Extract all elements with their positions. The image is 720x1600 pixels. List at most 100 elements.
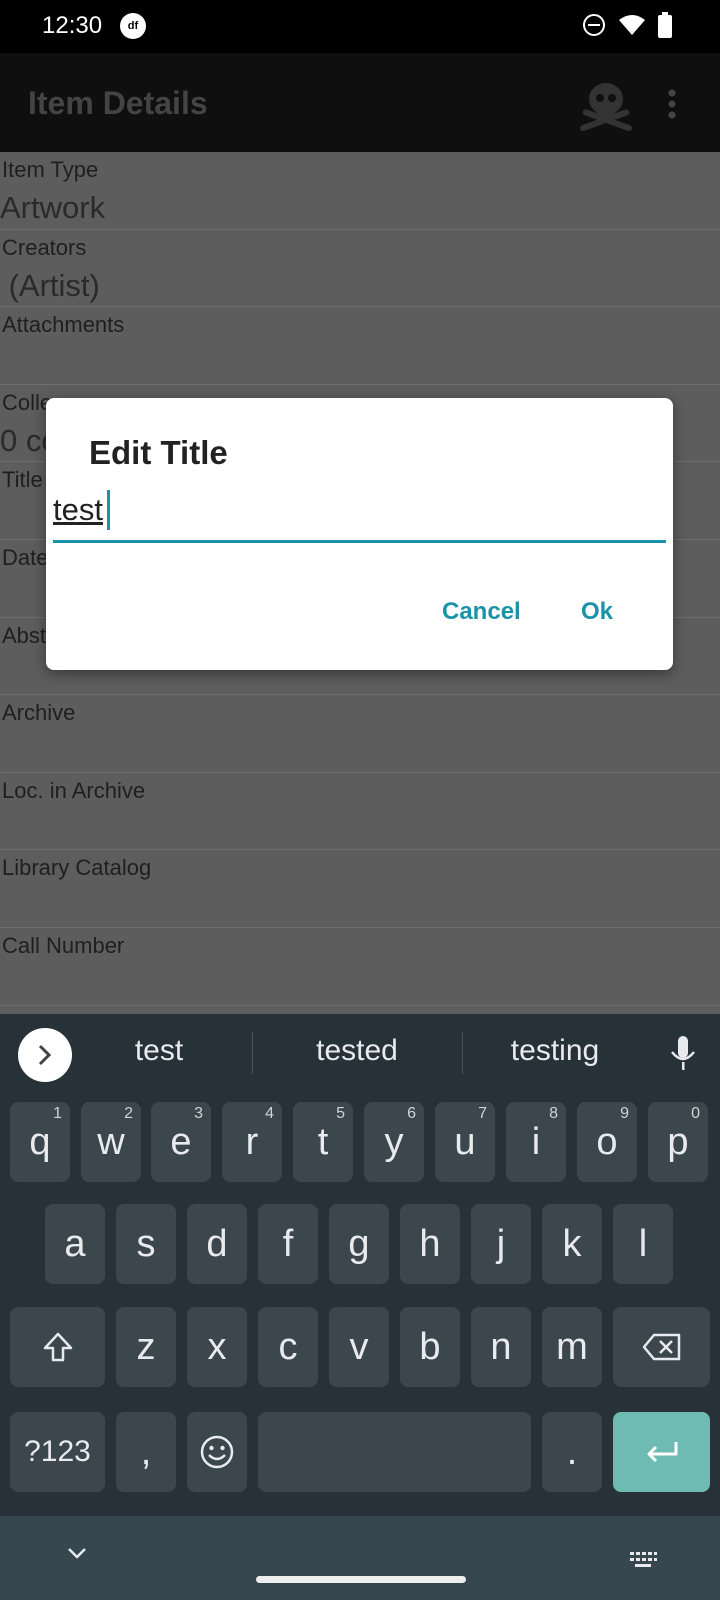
key-t[interactable]: t5 bbox=[293, 1102, 353, 1182]
key-label: y bbox=[384, 1120, 404, 1163]
key-n[interactable]: n bbox=[471, 1307, 531, 1387]
keyboard-switch-icon[interactable] bbox=[628, 1550, 658, 1570]
field-row-item-type[interactable]: Item Type Artwork bbox=[0, 152, 720, 230]
field-row-loc-in-archive[interactable]: Loc. in Archive bbox=[0, 773, 720, 851]
soft-keyboard: test tested testing q1 w2 e3 r4 t5 y6 u7… bbox=[0, 1014, 720, 1516]
field-label: Archive bbox=[2, 700, 76, 726]
key-z[interactable]: z bbox=[116, 1307, 176, 1387]
suggestion-divider bbox=[252, 1032, 253, 1074]
enter-key[interactable] bbox=[613, 1412, 710, 1492]
key-l[interactable]: l bbox=[613, 1204, 673, 1284]
key-k[interactable]: k bbox=[542, 1204, 602, 1284]
skull-icon[interactable] bbox=[578, 79, 634, 137]
period-key[interactable]: . bbox=[542, 1412, 602, 1492]
field-label: Abst bbox=[2, 622, 47, 648]
shift-key[interactable] bbox=[10, 1307, 105, 1387]
key-s[interactable]: s bbox=[116, 1204, 176, 1284]
key-w[interactable]: w2 bbox=[81, 1102, 141, 1182]
title-input[interactable]: test bbox=[53, 486, 666, 543]
key-hint: 4 bbox=[265, 1105, 274, 1122]
enter-icon bbox=[647, 1442, 677, 1463]
field-label: Title bbox=[2, 467, 43, 493]
status-bar: 12:30 df bbox=[0, 0, 720, 53]
field-label: Loc. in Archive bbox=[2, 777, 146, 803]
field-label: Library Catalog bbox=[2, 855, 152, 881]
edit-title-dialog: Edit Title test Cancel Ok bbox=[46, 398, 673, 670]
field-row-library-catalog[interactable]: Library Catalog bbox=[0, 850, 720, 928]
key-label: r bbox=[245, 1120, 259, 1163]
key-hint: 0 bbox=[691, 1105, 700, 1122]
key-h[interactable]: h bbox=[400, 1204, 460, 1284]
dialog-title: Edit Title bbox=[89, 434, 228, 471]
key-q[interactable]: q1 bbox=[10, 1102, 70, 1182]
key-x[interactable]: x bbox=[187, 1307, 247, 1387]
key-label: u bbox=[454, 1120, 476, 1163]
key-label: e bbox=[170, 1120, 192, 1163]
key-label: q bbox=[29, 1120, 51, 1163]
ok-button[interactable]: Ok bbox=[581, 598, 613, 626]
key-m[interactable]: m bbox=[542, 1307, 602, 1387]
status-time: 12:30 bbox=[42, 12, 103, 39]
field-label: Creators bbox=[2, 234, 87, 260]
key-o[interactable]: o9 bbox=[577, 1102, 637, 1182]
key-hint: 3 bbox=[194, 1105, 203, 1122]
key-g[interactable]: g bbox=[329, 1204, 389, 1284]
key-label: w bbox=[97, 1120, 125, 1163]
wifi-icon bbox=[619, 15, 645, 35]
app-bar: Item Details bbox=[0, 53, 720, 152]
microphone-icon[interactable] bbox=[670, 1036, 696, 1072]
emoji-key[interactable] bbox=[187, 1412, 247, 1492]
key-hint: 2 bbox=[124, 1105, 133, 1122]
key-e[interactable]: e3 bbox=[151, 1102, 211, 1182]
key-u[interactable]: u7 bbox=[435, 1102, 495, 1182]
title-input-value[interactable]: test bbox=[53, 492, 103, 528]
key-label: p bbox=[667, 1120, 689, 1163]
key-p[interactable]: p0 bbox=[648, 1102, 708, 1182]
cancel-button[interactable]: Cancel bbox=[442, 598, 521, 626]
field-value: Artwork bbox=[0, 190, 106, 225]
key-hint: 7 bbox=[478, 1105, 487, 1122]
key-hint: 9 bbox=[620, 1105, 629, 1122]
field-label: Item Type bbox=[2, 157, 99, 182]
comma-key[interactable]: , bbox=[116, 1412, 176, 1492]
do-not-disturb-icon bbox=[583, 14, 605, 36]
battery-icon bbox=[658, 12, 672, 38]
suggestion-strip: test tested testing bbox=[0, 1014, 720, 1094]
status-icons bbox=[582, 12, 672, 38]
key-label: o bbox=[596, 1120, 618, 1163]
key-d[interactable]: d bbox=[187, 1204, 247, 1284]
field-row-archive[interactable]: Archive bbox=[0, 695, 720, 773]
key-hint: 8 bbox=[549, 1105, 558, 1122]
symbols-key[interactable]: ?123 bbox=[10, 1412, 105, 1492]
expand-toolbar-button[interactable] bbox=[18, 1028, 72, 1082]
key-f[interactable]: f bbox=[258, 1204, 318, 1284]
key-j[interactable]: j bbox=[471, 1204, 531, 1284]
key-v[interactable]: v bbox=[329, 1307, 389, 1387]
text-cursor bbox=[107, 490, 110, 530]
key-hint: 5 bbox=[336, 1105, 345, 1122]
field-row-creators[interactable]: Creators (Artist) bbox=[0, 230, 720, 308]
navigation-bar bbox=[0, 1516, 720, 1600]
field-row-call-number[interactable]: Call Number bbox=[0, 928, 720, 1006]
field-label: Call Number bbox=[2, 932, 125, 958]
field-label: Colle bbox=[2, 389, 53, 415]
more-options-icon[interactable] bbox=[668, 89, 676, 119]
shift-icon bbox=[43, 1332, 72, 1362]
space-key[interactable] bbox=[258, 1412, 531, 1492]
field-label: Date bbox=[2, 544, 49, 570]
suggestion-2[interactable]: tested bbox=[272, 1034, 442, 1068]
suggestion-1[interactable]: test bbox=[74, 1034, 244, 1068]
key-label: i bbox=[531, 1120, 541, 1163]
backspace-key[interactable] bbox=[613, 1307, 710, 1387]
home-gesture-handle[interactable] bbox=[256, 1576, 466, 1583]
key-a[interactable]: a bbox=[45, 1204, 105, 1284]
key-y[interactable]: y6 bbox=[364, 1102, 424, 1182]
chevron-down-icon[interactable] bbox=[66, 1546, 88, 1560]
key-b[interactable]: b bbox=[400, 1307, 460, 1387]
key-i[interactable]: i8 bbox=[506, 1102, 566, 1182]
field-row-attachments[interactable]: Attachments bbox=[0, 307, 720, 385]
key-label: t bbox=[317, 1120, 329, 1163]
key-r[interactable]: r4 bbox=[222, 1102, 282, 1182]
key-c[interactable]: c bbox=[258, 1307, 318, 1387]
suggestion-3[interactable]: testing bbox=[470, 1034, 640, 1068]
